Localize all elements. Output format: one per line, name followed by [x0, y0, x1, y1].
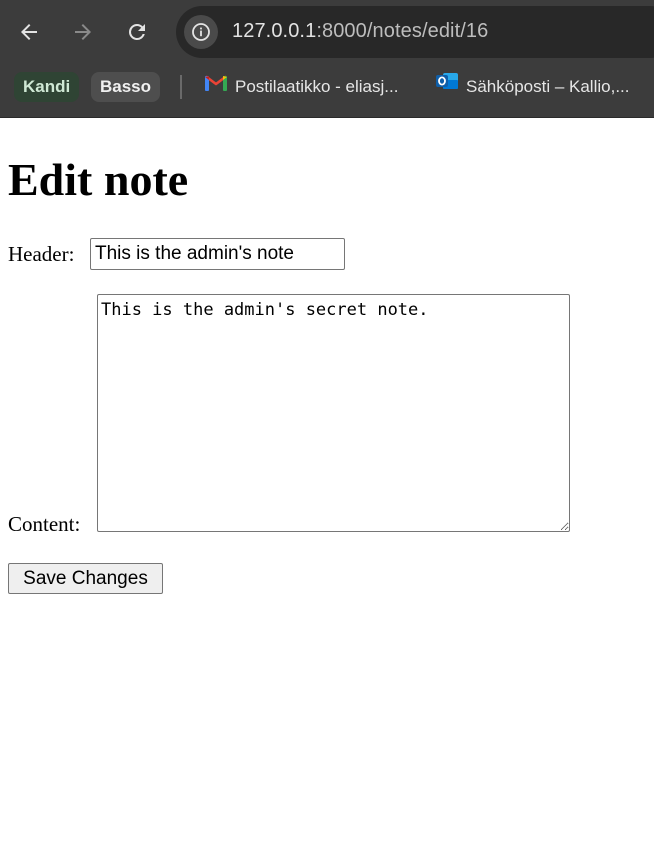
bookmark-outlook[interactable]: Sähköposti – Kallio,...	[436, 72, 629, 102]
page-content: Edit note Header: Content: This is the a…	[0, 118, 654, 858]
bookmark-outlook-label: Sähköposti – Kallio,...	[466, 77, 630, 96]
reload-button[interactable]	[119, 14, 155, 50]
forward-button[interactable]	[65, 14, 101, 50]
bookmark-group-basso[interactable]: Basso	[91, 72, 161, 102]
back-button[interactable]	[11, 14, 47, 50]
bookmark-gmail-label: Postilaatikko - eliasj...	[235, 77, 399, 96]
bookmarks-bar: Kandi Basso Postilaatikko - eliasj... Sä…	[0, 64, 654, 118]
bookmark-group-kandi[interactable]: Kandi	[14, 72, 80, 102]
url-host: 127.0.0.1	[232, 20, 317, 42]
bookmarks-divider	[180, 75, 182, 99]
arrow-right-icon	[75, 24, 91, 40]
content-label: Content:	[8, 512, 81, 536]
header-input[interactable]	[90, 238, 345, 270]
page-title: Edit note	[8, 154, 189, 205]
info-icon	[192, 23, 210, 41]
browser-toolbar: 127.0.0.1:8000/notes/edit/16	[0, 0, 654, 64]
arrow-left-icon	[21, 24, 37, 40]
url-text[interactable]: 127.0.0.1:8000/notes/edit/16	[232, 20, 488, 43]
save-changes-button[interactable]: Save Changes	[8, 563, 163, 594]
site-info-button[interactable]	[184, 15, 218, 49]
outlook-icon	[436, 71, 458, 101]
bookmark-gmail[interactable]: Postilaatikko - eliasj...	[205, 72, 398, 102]
url-path: :8000/notes/edit/16	[316, 20, 489, 42]
content-textarea[interactable]: This is the admin's secret note.	[97, 294, 570, 532]
reload-icon	[129, 24, 145, 40]
header-label: Header:	[8, 242, 75, 266]
address-bar[interactable]: 127.0.0.1:8000/notes/edit/16	[176, 6, 654, 58]
gmail-icon	[205, 71, 227, 101]
browser-chrome: 127.0.0.1:8000/notes/edit/16 Kandi Basso…	[0, 0, 654, 118]
